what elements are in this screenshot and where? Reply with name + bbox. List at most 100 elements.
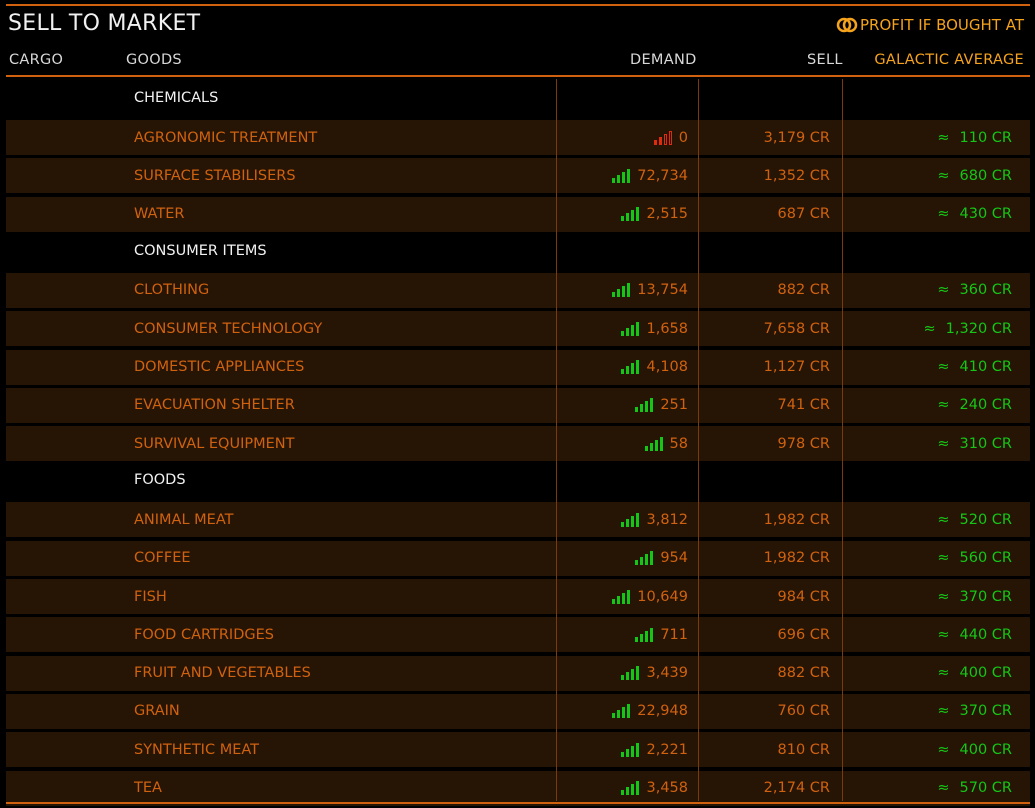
linked-rings-icon <box>836 17 858 33</box>
galactic-average-cell: ≈570 CR <box>842 771 1012 806</box>
galactic-average-value: 560 CR <box>959 550 1013 567</box>
cargo-cell <box>6 273 116 308</box>
cargo-cell <box>6 617 116 652</box>
galactic-average-cell: ≈110 CR <box>842 120 1012 155</box>
goods-name: FOOD CARTRIDGES <box>134 626 274 643</box>
category-label: FOODS <box>134 472 186 489</box>
galactic-average-value: 430 CR <box>959 206 1013 223</box>
demand-bars-icon <box>621 742 640 757</box>
table-row[interactable]: AGRONOMIC TREATMENT 0 3,179 CR ≈110 CR <box>6 120 1030 155</box>
column-header-cargo[interactable]: CARGO <box>9 52 63 68</box>
galactic-average-value: 520 CR <box>959 511 1013 528</box>
cargo-cell <box>6 388 116 423</box>
column-header-goods[interactable]: GOODS <box>126 52 182 68</box>
cargo-cell <box>6 350 116 385</box>
table-row[interactable]: FOOD CARTRIDGES 711 696 CR ≈440 CR <box>6 617 1030 653</box>
demand-bars-icon <box>644 436 663 451</box>
demand-bars-icon <box>635 398 654 413</box>
table-row[interactable]: FISH 10,649 984 CR ≈370 CR <box>6 579 1030 614</box>
table-row[interactable]: SURFACE STABILISERS 72,734 1,352 CR ≈680 CR <box>6 158 1030 194</box>
demand-cell: 10,649 <box>556 579 688 614</box>
sell-price: 1,982 CR <box>763 511 830 528</box>
cargo-cell <box>6 426 116 461</box>
approx-icon: ≈ <box>937 359 950 375</box>
demand-bars-icon <box>621 666 640 681</box>
column-separator <box>556 79 557 801</box>
profit-toggle[interactable]: PROFIT IF BOUGHT AT <box>836 16 1024 34</box>
demand-bars-icon <box>621 321 640 336</box>
demand-value: 251 <box>660 397 688 414</box>
table-row[interactable]: SYNTHETIC MEAT 2,221 810 CR ≈400 CR <box>6 732 1030 768</box>
goods-name: GRAIN <box>134 703 180 720</box>
table-row[interactable]: COFFEE 954 1,982 CR ≈560 CR <box>6 540 1030 576</box>
galactic-average-value: 110 CR <box>959 129 1013 146</box>
category-row: CONSUMER ITEMS <box>6 232 1030 270</box>
galactic-average-cell: ≈430 CR <box>842 197 1012 232</box>
galactic-average-cell: ≈1,320 CR <box>842 311 1012 346</box>
market-table: CHEMICALS AGRONOMIC TREATMENT 0 3,179 CR ≈11… <box>6 79 1030 806</box>
table-row[interactable]: DOMESTIC APPLIANCES 4,108 1,127 CR ≈410 CR <box>6 349 1030 385</box>
sell-price: 1,352 CR <box>763 167 830 184</box>
approx-icon: ≈ <box>937 703 950 720</box>
demand-cell: 3,458 <box>556 771 688 806</box>
cargo-cell <box>6 579 116 614</box>
approx-icon: ≈ <box>937 741 950 758</box>
galactic-average-value: 400 CR <box>959 665 1013 682</box>
table-row[interactable]: FRUIT AND VEGETABLES 3,439 882 CR ≈400 CR <box>6 655 1030 691</box>
galactic-average-value: 360 CR <box>959 282 1013 299</box>
approx-icon: ≈ <box>937 665 950 682</box>
cargo-cell <box>6 158 116 193</box>
goods-name: DOMESTIC APPLIANCES <box>134 359 305 375</box>
cargo-cell <box>6 120 116 155</box>
galactic-average-cell: ≈440 CR <box>842 617 1012 652</box>
cargo-cell <box>6 732 116 767</box>
cargo-cell <box>6 694 116 729</box>
sell-price: 687 CR <box>777 206 831 223</box>
galactic-average-value: 440 CR <box>959 626 1013 643</box>
galactic-average-value: 410 CR <box>959 359 1013 375</box>
demand-value: 3,812 <box>646 511 688 528</box>
demand-value: 1,658 <box>646 320 688 337</box>
demand-bars-icon <box>621 207 640 222</box>
goods-name: EVACUATION SHELTER <box>134 397 295 414</box>
table-row[interactable]: EVACUATION SHELTER 251 741 CR ≈240 CR <box>6 387 1030 423</box>
approx-icon: ≈ <box>937 282 950 299</box>
galactic-average-value: 370 CR <box>959 703 1013 720</box>
column-separator <box>698 79 699 801</box>
table-row[interactable]: SURVIVAL EQUIPMENT 58 978 CR ≈310 CR <box>6 426 1030 462</box>
demand-cell: 22,948 <box>556 694 688 729</box>
page-title: SELL TO MARKET <box>8 11 201 36</box>
table-row[interactable]: TEA 3,458 2,174 CR ≈570 CR <box>6 770 1030 806</box>
sell-price: 810 CR <box>777 741 831 758</box>
approx-icon: ≈ <box>937 129 950 146</box>
sell-price: 7,658 CR <box>763 320 830 337</box>
column-header-galactic-average[interactable]: GALACTIC AVERAGE <box>874 52 1024 68</box>
table-row[interactable]: CONSUMER TECHNOLOGY 1,658 7,658 CR ≈1,320 C… <box>6 311 1030 347</box>
category-label: CHEMICALS <box>134 90 219 106</box>
galactic-average-value: 240 CR <box>959 397 1013 414</box>
table-row[interactable]: CLOTHING 13,754 882 CR ≈360 CR <box>6 272 1030 308</box>
cargo-cell <box>6 502 116 537</box>
column-header-demand[interactable]: DEMAND <box>630 52 697 68</box>
table-row[interactable]: ANIMAL MEAT 3,812 1,982 CR ≈520 CR <box>6 502 1030 538</box>
demand-value: 0 <box>678 129 688 146</box>
galactic-average-cell: ≈400 CR <box>842 656 1012 691</box>
galactic-average-value: 1,320 CR <box>945 320 1012 337</box>
demand-value: 711 <box>660 626 688 643</box>
goods-name: COFFEE <box>134 550 191 567</box>
table-row[interactable]: GRAIN 22,948 760 CR ≈370 CR <box>6 693 1030 729</box>
sell-price: 741 CR <box>777 397 831 414</box>
sell-price: 3,179 CR <box>763 129 830 146</box>
column-header-sell[interactable]: SELL <box>807 52 843 68</box>
demand-value: 22,948 <box>637 703 688 720</box>
table-row[interactable]: WATER 2,515 687 CR ≈430 CR <box>6 196 1030 232</box>
sell-price: 2,174 CR <box>763 780 830 796</box>
galactic-average-cell: ≈240 CR <box>842 388 1012 423</box>
demand-cell: 1,658 <box>556 311 688 346</box>
galactic-average-value: 370 CR <box>959 588 1013 605</box>
goods-name: SURVIVAL EQUIPMENT <box>134 435 295 452</box>
cargo-cell <box>6 771 116 806</box>
goods-name: WATER <box>134 206 185 223</box>
galactic-average-value: 400 CR <box>959 741 1013 758</box>
demand-bars-icon <box>621 781 640 795</box>
